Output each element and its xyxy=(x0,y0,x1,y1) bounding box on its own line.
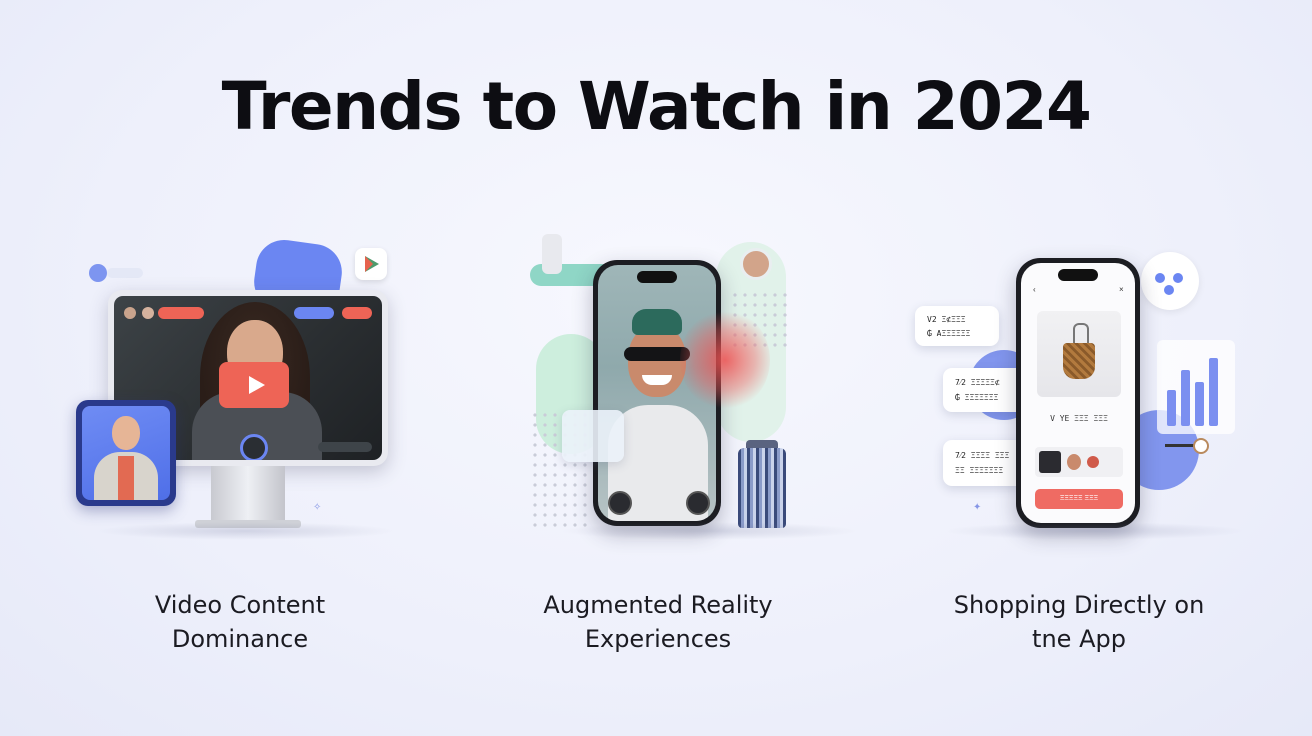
chart-bar xyxy=(1209,358,1218,426)
phone-notch xyxy=(637,271,677,283)
ar-red-glow xyxy=(680,310,770,410)
product-thumbnails xyxy=(1035,447,1123,477)
decor-pill xyxy=(107,268,143,278)
bubble-text: 7⁄2 ΞΞΞΞΞ⊄ xyxy=(955,378,1000,387)
ground-shadow xyxy=(95,522,395,540)
bubble-text: ΞΞ ΞΞΞΞΞΞΞ xyxy=(955,466,1004,475)
page-title: Trends to Watch in 2024 xyxy=(221,68,1092,145)
video-top-bar xyxy=(124,306,372,320)
sales-bar-chart xyxy=(1157,340,1235,434)
bubble-text: V2 Ξ⊄ΞΞΞ xyxy=(927,315,966,324)
caption-line: tne App xyxy=(1032,625,1126,653)
decor-dot-icon xyxy=(89,264,107,282)
product-title: V YE ΞΞΞ ΞΞΞ xyxy=(1050,414,1108,423)
caption-line: Augmented Reality xyxy=(543,591,773,619)
chart-bar xyxy=(1195,382,1204,426)
avatar-icon xyxy=(740,248,772,280)
thumbnail[interactable] xyxy=(1039,451,1061,473)
filter-icon[interactable] xyxy=(686,491,710,515)
product-image[interactable] xyxy=(1037,311,1121,397)
sparkle-icon: ✧ xyxy=(313,502,322,513)
thumbnail[interactable] xyxy=(1067,454,1081,470)
ground-shadow xyxy=(945,522,1245,540)
camera-switch-icon[interactable] xyxy=(608,491,632,515)
close-icon[interactable]: × xyxy=(1119,285,1124,294)
vase-object xyxy=(738,448,786,528)
back-icon[interactable]: ‹ xyxy=(1033,285,1036,294)
control-pill xyxy=(318,442,372,452)
caption-line: Shopping Directly on xyxy=(953,591,1205,619)
tablet-person-face xyxy=(112,416,140,450)
trend-caption-video: Video Content Dominance xyxy=(60,588,420,656)
live-badge xyxy=(158,307,204,319)
caption-line: Dominance xyxy=(171,625,309,653)
basket-icon xyxy=(1063,343,1095,379)
basket-handle xyxy=(1073,323,1089,345)
shopping-phone-screen: ‹ × V YE ΞΞΞ ΞΞΞ ΞΞΞΞΞ ΞΞΞ xyxy=(1021,263,1135,523)
control-ring-icon[interactable] xyxy=(240,434,268,460)
video-content-illustration: ✧ xyxy=(55,230,435,540)
vr-strap-shape xyxy=(542,234,562,274)
bubble-text: ₲ ΑΞΞΞΞΞΞ xyxy=(927,329,971,338)
chat-pill xyxy=(294,307,334,319)
sparkle-icon: ✦ xyxy=(973,502,982,513)
brand-badge xyxy=(1141,252,1199,310)
buy-button[interactable]: ΞΞΞΞΞ ΞΞΞ xyxy=(1035,489,1123,509)
ground-shadow xyxy=(560,522,860,540)
tablet-screen xyxy=(82,406,170,500)
avatar-icon xyxy=(142,307,154,319)
trend-caption-ar: Augmented Reality Experiences xyxy=(478,588,838,656)
ar-person-face xyxy=(628,325,686,397)
slider-knob[interactable] xyxy=(1193,438,1209,454)
play-button[interactable] xyxy=(219,362,289,408)
ar-visor-filter xyxy=(632,309,682,335)
bubble-text: ₲ ΞΞΞΞΞΞΞ xyxy=(955,393,999,402)
shopping-illustration: V2 Ξ⊄ΞΞΞ ₲ ΑΞΞΞΞΞΞ 7⁄2 ΞΞΞΞΞ⊄ ₲ ΞΞΞΞΞΞΞ … xyxy=(905,230,1285,540)
caption-line: Experiences xyxy=(584,625,732,653)
play-store-icon xyxy=(355,248,387,280)
caption-line: Video Content xyxy=(154,591,326,619)
ar-experiences-illustration xyxy=(520,230,900,540)
chat-bubble: V2 Ξ⊄ΞΞΞ ₲ ΑΞΞΞΞΞΞ xyxy=(915,306,999,346)
chart-bar xyxy=(1181,370,1190,426)
record-pill xyxy=(342,307,372,319)
bubble-text: 7⁄2 ΞΞΞΞ ΞΞΞ xyxy=(955,451,1010,460)
play-icon xyxy=(249,376,265,394)
tablet-person-shirt xyxy=(118,456,134,500)
thumbnail[interactable] xyxy=(1087,456,1099,468)
monitor-stand xyxy=(211,466,285,522)
tablet xyxy=(76,400,176,506)
avatar-icon xyxy=(124,307,136,319)
shopping-phone: ‹ × V YE ΞΞΞ ΞΞΞ ΞΞΞΞΞ ΞΞΞ xyxy=(1016,258,1140,528)
chart-bar xyxy=(1167,390,1176,426)
floating-ar-card xyxy=(562,410,624,462)
trend-caption-shopping: Shopping Directly on tne App xyxy=(899,588,1259,656)
phone-notch xyxy=(1058,269,1098,281)
